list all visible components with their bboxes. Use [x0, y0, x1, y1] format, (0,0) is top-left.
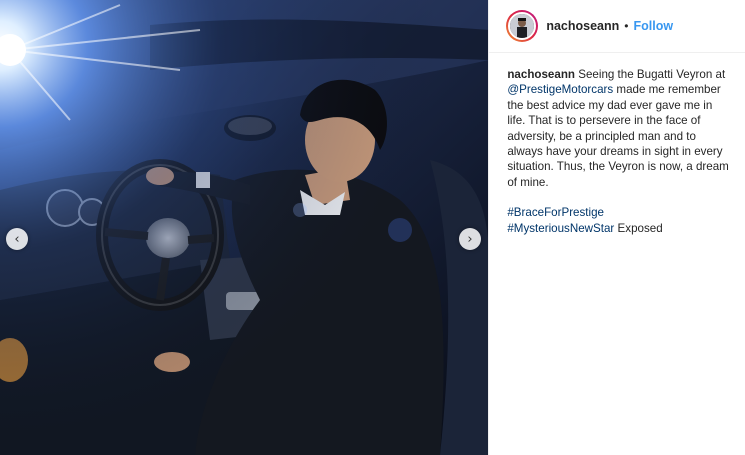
- hashtag-link-mysterious-new-star[interactable]: #MysteriousNewStar: [507, 222, 614, 235]
- mention-link[interactable]: @PrestigeMotorcars: [507, 83, 613, 96]
- caption-text: nachoseann Seeing the Bugatti Veyron at …: [507, 67, 733, 190]
- follow-button[interactable]: Follow: [633, 19, 673, 33]
- user-portrait-icon: [510, 14, 535, 38]
- caption-username[interactable]: nachoseann: [507, 68, 575, 81]
- chevron-left-icon: ‹: [14, 231, 20, 247]
- next-photo-button[interactable]: ›: [459, 228, 481, 250]
- post-caption: nachoseann Seeing the Bugatti Veyron at …: [489, 53, 745, 236]
- caption-hashtags: #BraceForPrestige #MysteriousNewStar Exp…: [507, 205, 733, 236]
- hashtag-link-brace-for-prestige[interactable]: #BraceForPrestige: [507, 206, 604, 219]
- previous-photo-button[interactable]: ‹: [6, 228, 28, 250]
- photo-illustration: [0, 0, 489, 455]
- instagram-post: ‹ › nachoseann • Follow nachoseann Seein…: [0, 0, 745, 455]
- caption-before-mention: Seeing the Bugatti Veyron at: [578, 68, 726, 81]
- post-photo[interactable]: ‹ ›: [0, 0, 489, 455]
- chevron-right-icon: ›: [467, 231, 473, 247]
- caption-after-mention: made me remember the best advice my dad …: [507, 83, 729, 189]
- separator-dot: •: [624, 19, 629, 33]
- post-username[interactable]: nachoseann: [546, 19, 619, 33]
- post-side-panel: nachoseann • Follow nachoseann Seeing th…: [488, 0, 745, 455]
- caption-after-hashtags: Exposed: [614, 221, 663, 235]
- avatar[interactable]: [506, 10, 539, 42]
- post-header: nachoseann • Follow: [489, 0, 745, 53]
- avatar-image: [508, 12, 537, 40]
